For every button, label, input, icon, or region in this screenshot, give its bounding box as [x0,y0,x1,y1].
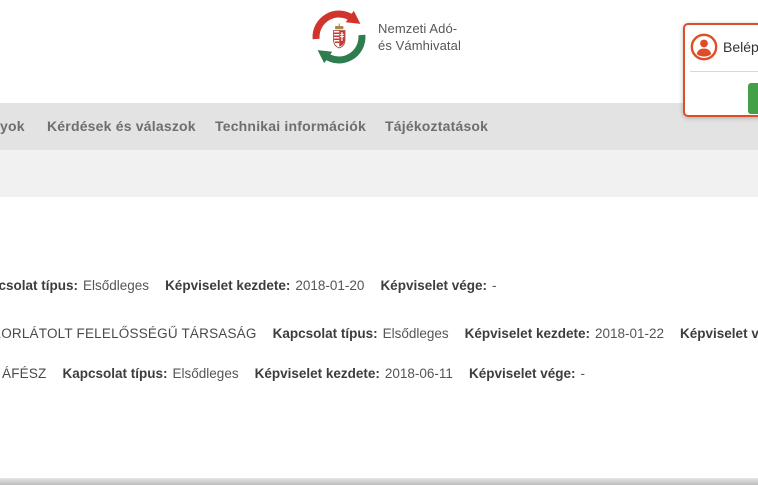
nav-item-kerdesek-es-valaszok[interactable]: Kérdések és válaszok [47,103,196,150]
record-row: Kapcsolat típus: Elsődleges Képviselet kez… [0,278,513,293]
record-row: KORLÁTOLT FELELŐSSÉGŰ TÁRSASÁG Kapcsolat … [0,326,758,341]
record-company-name: ÁFÉSZ [2,366,47,381]
record-field-value: 2018-01-22 [595,326,664,341]
user-icon [690,33,718,61]
nav-item-technikai-informaciok[interactable]: Technikai információk [215,103,366,150]
record-field-label: Képviselet kezdete: [465,326,590,341]
horizontal-scrollbar[interactable] [0,478,758,485]
record-field-value: Elsődleges [83,278,149,293]
record-row: ÁFÉSZ Kapcsolat típus: Elsődleges Képvisele… [2,366,601,381]
login-button[interactable] [748,83,758,114]
login-panel: Belépve [683,23,758,117]
nav-item-clipped-left[interactable]: yok [0,103,25,150]
content-header-band [0,150,758,197]
record-company-name: KORLÁTOLT FELELŐSSÉGŰ TÁRSASÁG [0,326,257,341]
brand-name: Nemzeti Adó- és Vámhivatal [378,20,461,54]
record-field-label: Képviselet kezdete: [255,366,380,381]
nav-item-tajekoztatasok[interactable]: Tájékoztatások [385,103,488,150]
record-field-value: 2018-06-11 [385,366,453,381]
record-field-label: Képviselet kezdete: [165,278,290,293]
brand: Nemzeti Adó- és Vámhivatal [311,6,461,68]
brand-name-line1: Nemzeti Adó- [378,20,461,37]
record-field-label: Képviselet vége: [380,278,487,293]
record-field-value: - [581,366,586,381]
record-field-value: 2018-01-20 [295,278,364,293]
nav-logo-icon [311,6,367,68]
record-field-label: Képviselet vége: [469,366,576,381]
brand-name-line2: és Vámhivatal [378,37,461,54]
record-field-label: Képviselet vége: [680,326,758,341]
record-field-label: Kapcsolat típus: [0,278,78,293]
record-field-value: Elsődleges [383,326,449,341]
main-nav: yok Kérdések és válaszok Technikai informá… [0,103,758,150]
login-divider [690,71,758,72]
record-field-value: - [492,278,497,293]
record-field-label: Kapcsolat típus: [273,326,378,341]
record-field-value: Elsődleges [173,366,239,381]
record-field-label: Kapcsolat típus: [63,366,168,381]
login-status-label: Belépve [723,39,758,55]
